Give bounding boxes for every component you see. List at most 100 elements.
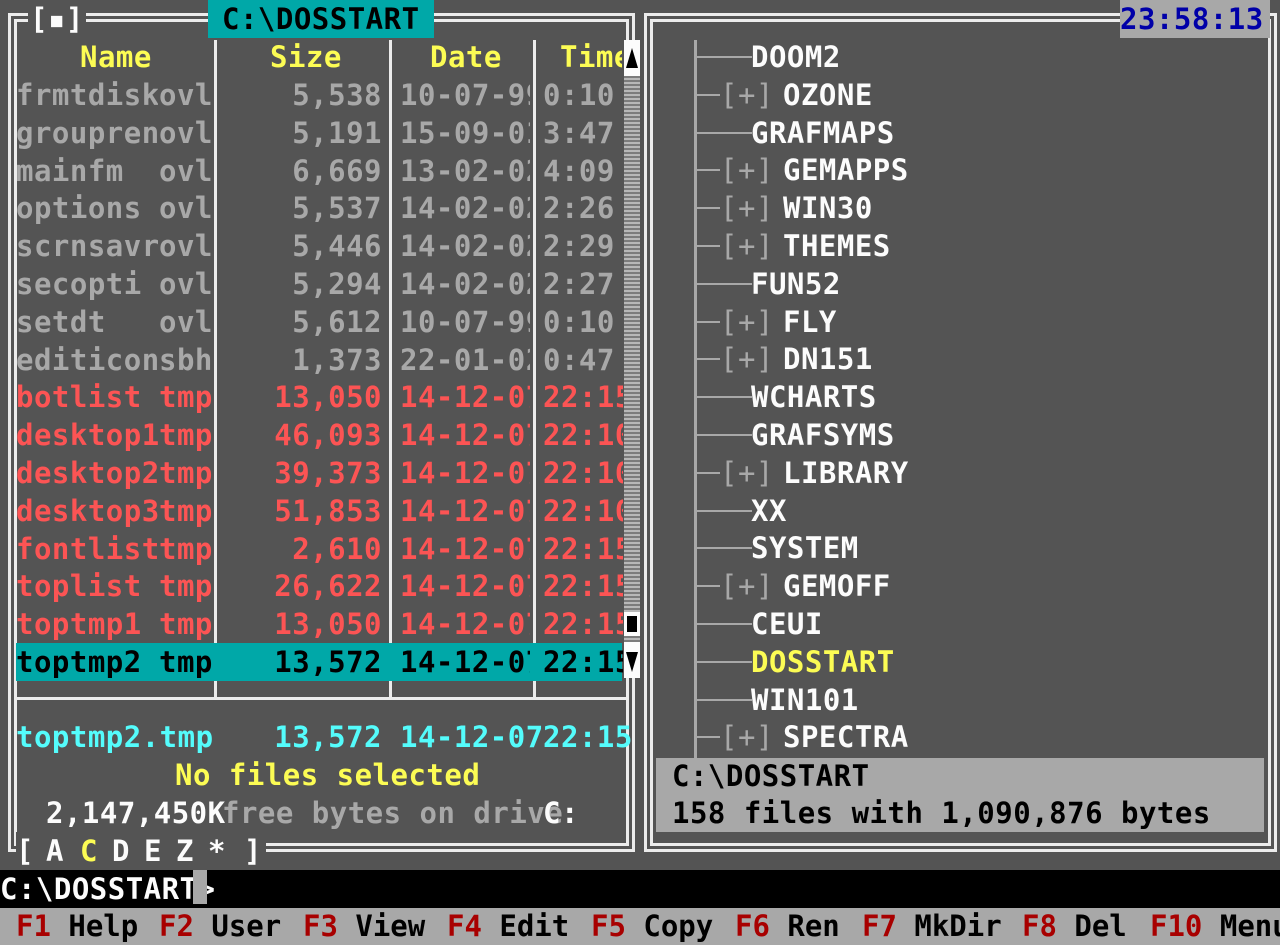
file-date: 14-12-07 [400,532,530,566]
tree-node[interactable]: [+] DN151 [696,340,1256,378]
current-file-name: toptmp2.tmp [16,720,214,754]
scrollbar-track[interactable] [624,40,640,678]
function-key-label: Menu [1219,909,1280,943]
expand-toggle-icon[interactable]: [+] [720,227,774,265]
file-row[interactable]: groupren ovl 5,191 15-09-01 3:47 [16,114,622,152]
info-path: C:\DOSSTART [672,759,870,793]
file-ext: ovl [159,191,213,225]
scroll-down-arrow-icon[interactable] [624,642,640,678]
tree-connector-line [696,699,752,701]
drive-selector: [A C D E Z *] [16,832,266,870]
scroll-up-arrow-icon[interactable] [624,40,640,76]
function-key-f4[interactable]: F4 Edit [447,908,569,945]
function-key-f6[interactable]: F6 Ren [735,908,840,945]
file-time: 22:15 [543,607,623,641]
expand-toggle-icon[interactable]: [+] [720,340,774,378]
file-time: 22:10 [543,456,623,490]
file-time: 0:10 [543,305,615,339]
file-row[interactable]: desktop1tmp 46,093 14-12-07 22:10 [16,416,623,454]
file-row[interactable]: toplist tmp 26,622 14-12-07 22:15 [16,567,623,605]
column-header-date[interactable]: Date [430,38,502,76]
list-divider [14,697,626,700]
file-row[interactable]: toptmp2 tmp 13,572 14-12-07 22:15 [16,643,623,681]
tree-node[interactable]: XX [696,492,1256,530]
file-date: 14-12-07 [400,607,530,641]
drive-button[interactable]: D [112,832,130,870]
tree-node[interactable]: CEUI [696,605,1256,643]
function-key-f5[interactable]: F5 Copy [591,908,713,945]
drive-button[interactable]: * [208,832,226,870]
file-row[interactable]: mainfm ovl 6,669 13-02-02 4:09 [16,152,622,190]
tree-node[interactable]: WIN101 [696,681,1256,719]
tree-node[interactable]: WCHARTS [696,378,1256,416]
scroll-thumb[interactable] [624,612,640,636]
info-box: C:\DOSSTART 158 files with 1,090,876 byt… [656,758,1264,832]
tree-node[interactable]: SYSTEM [696,529,1256,567]
tree-node[interactable]: DOOM2 [696,38,1256,76]
tree-node[interactable]: GRAFSYMS [696,416,1256,454]
file-ext: tmp [159,418,213,452]
tree-node[interactable]: [+] THEMES [696,227,1256,265]
tree-connector-line [696,56,752,58]
expand-toggle-icon[interactable]: [+] [720,76,774,114]
file-row[interactable]: options ovl 5,537 14-02-02 2:26 [16,189,622,227]
window-close-button[interactable]: [▪] [28,0,86,38]
function-key-f10[interactable]: F10 Menu [1150,908,1280,945]
file-row[interactable]: frmtdisk ovl 5,538 10-07-99 0:10 [16,76,622,114]
drive-button[interactable]: E [144,832,162,870]
file-name: groupren [16,116,158,150]
file-time: 22:15 [543,532,623,566]
tree-node[interactable]: [+] OZONE [696,76,1256,114]
current-file-size: 13,572 [274,720,382,754]
expand-toggle-icon[interactable]: [+] [720,718,774,756]
tree-node[interactable]: [+] GEMAPPS [696,151,1256,189]
expand-toggle-icon[interactable]: [+] [720,567,774,605]
drive-button[interactable]: A [46,832,64,870]
tree-node[interactable]: DOSSTART [696,643,1256,681]
tree-node[interactable]: [+] GEMOFF [696,567,1256,605]
function-key-label: MkDir [914,909,1002,943]
tree-node[interactable]: [+] WIN30 [696,189,1256,227]
frame-line [1268,19,1271,846]
tree-node[interactable]: [+] SPECTRA [696,718,1256,756]
expand-toggle-icon[interactable]: [+] [720,189,774,227]
tree-node[interactable]: [+] LIBRARY [696,454,1256,492]
expand-toggle-icon[interactable]: [+] [720,303,774,341]
expand-toggle-icon[interactable]: [+] [720,151,774,189]
function-key-f2[interactable]: F2 User [159,908,281,945]
file-row[interactable]: fontlisttmp 2,610 14-12-07 22:15 [16,530,623,568]
file-row[interactable]: setdt ovl 5,612 10-07-99 0:10 [16,303,622,341]
file-row[interactable]: toptmp1 tmp 13,050 14-12-07 22:15 [16,605,623,643]
tree-node-label: CEUI [751,607,823,641]
tree-node[interactable]: GRAFMAPS [696,114,1256,152]
file-size: 13,050 [274,380,382,414]
function-key-number: F8 [1022,909,1057,943]
file-row[interactable]: desktop3tmp 51,853 14-12-07 22:10 [16,492,623,530]
expand-toggle-icon[interactable]: [+] [720,454,774,492]
drive-button[interactable]: Z [176,832,194,870]
file-name: mainfm [16,154,124,188]
file-row[interactable]: desktop2tmp 39,373 14-12-07 22:10 [16,454,623,492]
function-key-f1[interactable]: F1 Help [16,908,138,945]
file-time: 22:10 [543,494,623,528]
column-header-size[interactable]: Size [270,38,342,76]
tree-node[interactable]: [+] FLY [696,303,1256,341]
file-ext: ovl [159,267,213,301]
tree-node[interactable]: FUN52 [696,265,1256,303]
function-key-f8[interactable]: F8 Del [1022,908,1127,945]
function-key-f3[interactable]: F3 View [303,908,425,945]
column-header-time[interactable]: Time [560,38,622,76]
file-row[interactable]: secopti ovl 5,294 14-02-02 2:27 [16,265,622,303]
column-header-name[interactable]: Name [80,38,152,76]
drive-button[interactable]: C [80,832,98,870]
file-name: desktop2 [16,456,158,490]
function-key-f7[interactable]: F7 MkDir [862,908,1002,945]
panel-path-title: C:\DOSSTART [208,0,434,38]
tree-connector-line [696,736,720,738]
file-row[interactable]: botlist tmp 13,050 14-12-07 22:15 [16,378,623,416]
file-row[interactable]: scrnsavr ovl 5,446 14-02-02 2:29 [16,227,622,265]
file-name: scrnsavr [16,229,158,263]
file-row[interactable]: editicon sbh 1,373 22-01-02 0:47 [16,341,622,379]
command-line[interactable]: C:\DOSSTART> [0,870,1280,908]
